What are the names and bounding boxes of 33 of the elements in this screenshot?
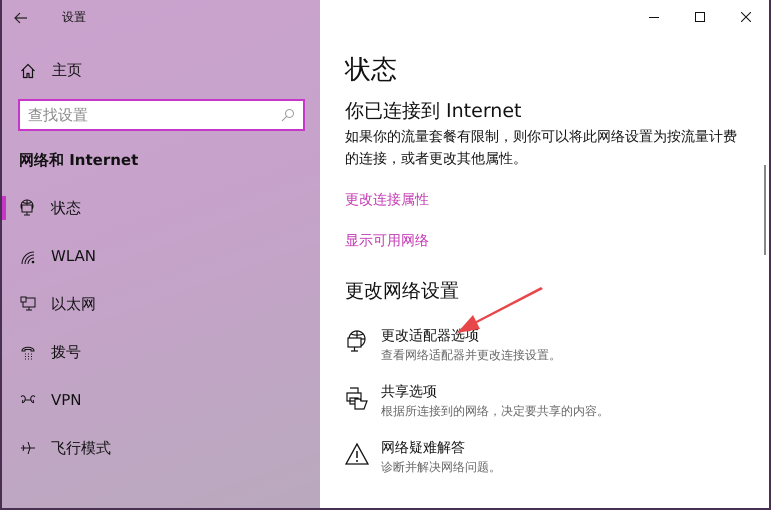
sidebar-item[interactable]: 拨号 xyxy=(2,328,320,376)
monitor-icon xyxy=(20,296,36,312)
scrollbar[interactable] xyxy=(764,165,766,255)
maximize-icon xyxy=(695,12,705,22)
sidebar-item[interactable]: 以太网 xyxy=(2,280,320,328)
option-description: 根据所连接到的网络，决定要共享的内容。 xyxy=(381,403,609,420)
connection-heading: 你已连接到 Internet xyxy=(345,99,522,124)
home-link[interactable]: 主页 xyxy=(52,61,82,80)
option-link[interactable]: 网络疑难解答 xyxy=(381,438,501,458)
warning-icon xyxy=(345,442,369,466)
description-text: 如果你的流量套餐有限制，则你可以将此网络设置为按流量计费的连接，或者更改其他属性。 xyxy=(345,128,738,169)
search-icon xyxy=(281,108,295,122)
vpn-icon xyxy=(20,394,36,406)
settings-link[interactable]: 更改连接属性 xyxy=(345,189,429,211)
window-title: 设置 xyxy=(62,9,86,26)
option-link[interactable]: 共享选项 xyxy=(381,382,609,402)
sidebar-item[interactable]: VPN xyxy=(2,376,320,424)
section-heading: 更改网络设置 xyxy=(345,279,460,304)
sidebar-item[interactable]: 状态 xyxy=(2,184,320,232)
page-title: 状态 xyxy=(345,54,398,87)
sidebar-item[interactable]: 飞行模式 xyxy=(2,424,320,472)
option-description: 诊断并解决网络问题。 xyxy=(381,459,501,476)
option-description: 查看网络适配器并更改连接设置。 xyxy=(381,347,561,364)
home-icon xyxy=(20,62,36,78)
airplane-icon xyxy=(20,440,36,456)
settings-link[interactable]: 显示可用网络 xyxy=(345,230,429,252)
section-heading: 网络和 Internet xyxy=(19,151,140,170)
search-field[interactable]: 查找设置 xyxy=(18,99,305,131)
sidebar-item[interactable]: WLAN xyxy=(2,232,320,280)
back-arrow-icon xyxy=(14,12,28,24)
close-icon xyxy=(741,12,751,22)
printer-folder-icon xyxy=(345,386,369,410)
phone-icon xyxy=(20,344,36,360)
